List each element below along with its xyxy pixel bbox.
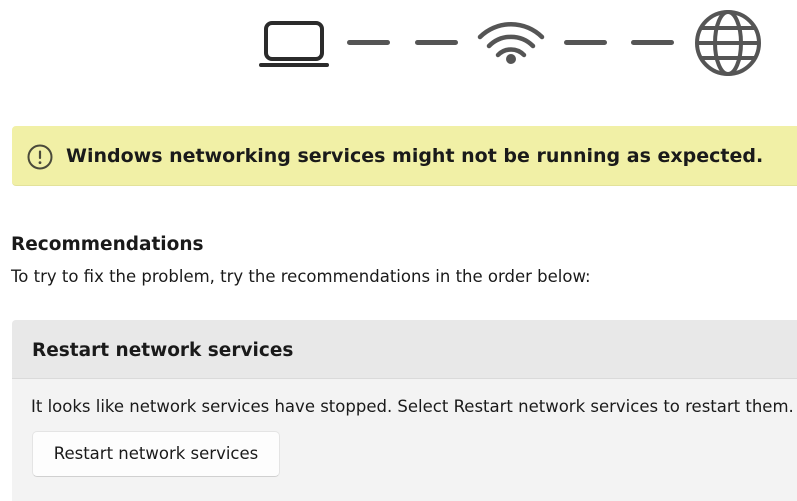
link-segment bbox=[564, 40, 607, 45]
network-troubleshooter-page: Windows networking services might not be… bbox=[0, 0, 797, 501]
restart-network-services-button[interactable]: Restart network services bbox=[32, 431, 280, 477]
recommendations-description: To try to fix the problem, try the recom… bbox=[11, 267, 591, 286]
recommendation-card: Restart network services It looks like n… bbox=[12, 320, 797, 501]
globe-icon bbox=[695, 10, 761, 76]
warning-circle-icon bbox=[27, 144, 53, 170]
link-segment bbox=[631, 40, 674, 45]
warning-message: Windows networking services might not be… bbox=[66, 145, 764, 167]
link-segment bbox=[415, 40, 458, 45]
warning-banner: Windows networking services might not be… bbox=[12, 126, 797, 186]
link-segment bbox=[347, 40, 390, 45]
connection-diagram bbox=[0, 0, 797, 90]
recommendation-body: It looks like network services have stop… bbox=[31, 397, 794, 416]
recommendation-title: Restart network services bbox=[32, 340, 294, 361]
recommendations-heading: Recommendations bbox=[11, 234, 204, 255]
wifi-icon bbox=[477, 22, 545, 64]
laptop-icon bbox=[259, 21, 329, 67]
recommendation-card-header: Restart network services bbox=[12, 320, 797, 379]
